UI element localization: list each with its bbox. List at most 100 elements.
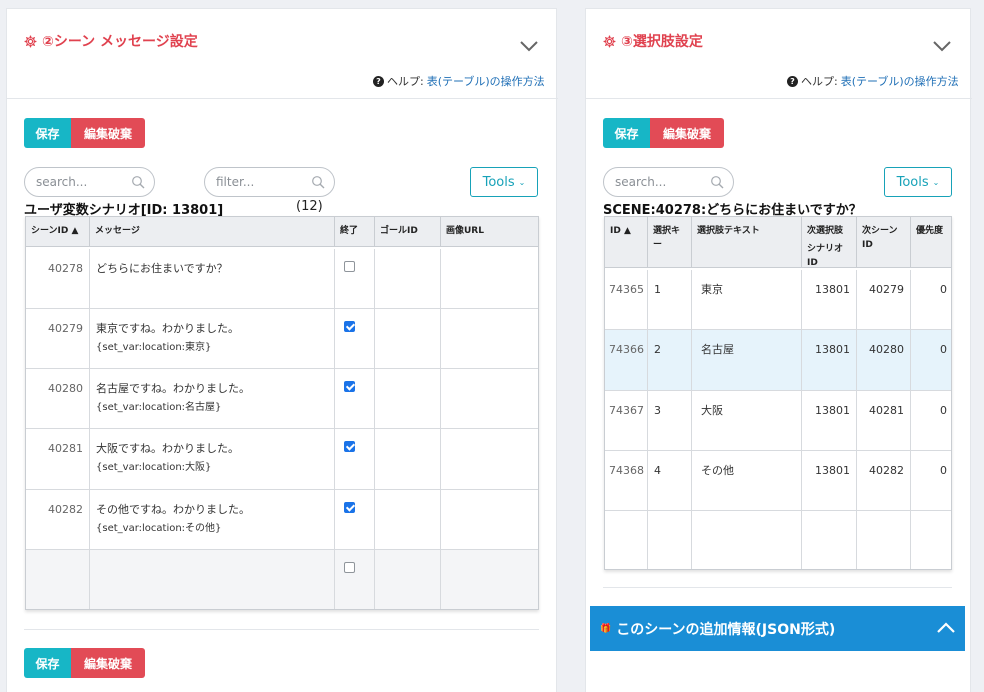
goal-id-cell[interactable]: [375, 309, 441, 369]
next-scenario-cell[interactable]: 13801: [802, 391, 857, 451]
scene-id-cell[interactable]: 40278: [26, 249, 90, 309]
next-scene-id-cell[interactable]: 40280: [857, 330, 911, 391]
column-header-choice-key[interactable]: 選択キー: [648, 217, 692, 268]
choice-text-cell[interactable]: 名古屋: [692, 330, 802, 391]
end-checkbox[interactable]: [344, 321, 355, 332]
column-header-goal-id[interactable]: ゴールID: [375, 217, 441, 247]
search-field[interactable]: [603, 167, 734, 197]
image-url-cell[interactable]: [441, 369, 538, 429]
priority-cell[interactable]: 0: [911, 330, 951, 391]
column-header-image-url[interactable]: 画像URL: [441, 217, 538, 247]
choice-text-cell[interactable]: 大阪: [692, 391, 802, 451]
priority-cell[interactable]: [911, 511, 951, 569]
column-header-next-scenario[interactable]: 次選択肢 シナリオID: [802, 217, 857, 268]
priority-cell[interactable]: 0: [911, 270, 951, 330]
goal-id-cell[interactable]: [375, 369, 441, 429]
json-info-section-header[interactable]: 🎁 このシーンの追加情報(JSON形式): [590, 606, 965, 651]
help-row: ? ヘルプ: 表(テーブル)の操作方法: [373, 73, 545, 89]
table-row[interactable]: 40281 大阪ですね。わかりました。 {set_var:location:大阪}: [26, 429, 538, 490]
tools-button[interactable]: Tools ⌄: [884, 167, 952, 197]
message-cell[interactable]: [90, 550, 335, 609]
column-header-scene-id[interactable]: シーンID ▲: [26, 217, 90, 247]
choice-key-cell[interactable]: 2: [648, 330, 692, 391]
table-row[interactable]: 74365 1 東京 13801 40279 0: [605, 270, 951, 330]
choice-text-cell[interactable]: その他: [692, 451, 802, 511]
choice-text-cell[interactable]: 東京: [692, 270, 802, 330]
id-cell[interactable]: [605, 511, 648, 569]
scene-id-cell[interactable]: 40282: [26, 490, 90, 550]
next-scene-id-cell[interactable]: 40282: [857, 451, 911, 511]
message-cell[interactable]: どちらにお住まいですか？: [90, 249, 335, 309]
message-cell[interactable]: 東京ですね。わかりました。 {set_var:location:東京}: [90, 309, 335, 369]
table-row[interactable]: 40282 その他ですね。わかりました。 {set_var:location:その…: [26, 490, 538, 550]
message-cell[interactable]: 名古屋ですね。わかりました。 {set_var:location:名古屋}: [90, 369, 335, 429]
table-row[interactable]: 74368 4 その他 13801 40282 0: [605, 451, 951, 511]
id-cell[interactable]: 74365: [605, 270, 648, 330]
message-cell[interactable]: 大阪ですね。わかりました。 {set_var:location:大阪}: [90, 429, 335, 490]
table-row[interactable]: 40278 どちらにお住まいですか？: [26, 249, 538, 309]
choice-text-cell[interactable]: [692, 511, 802, 569]
save-button[interactable]: 保存: [603, 118, 650, 148]
table-row-selected[interactable]: 74366 2 名古屋 13801 40280 0: [605, 330, 951, 391]
image-url-cell[interactable]: [441, 249, 538, 309]
end-checkbox[interactable]: [344, 502, 355, 513]
column-header-priority[interactable]: 優先度: [911, 217, 951, 268]
discard-button[interactable]: 編集破棄: [71, 118, 145, 148]
priority-cell[interactable]: 0: [911, 451, 951, 511]
next-scenario-cell[interactable]: 13801: [802, 330, 857, 391]
next-scene-id-cell[interactable]: 40279: [857, 270, 911, 330]
bottom-save-button[interactable]: 保存: [24, 648, 71, 678]
id-cell[interactable]: 74367: [605, 391, 648, 451]
chevron-up-icon[interactable]: [936, 621, 956, 635]
choice-key-cell[interactable]: 1: [648, 270, 692, 330]
next-scenario-cell[interactable]: [802, 511, 857, 569]
save-button[interactable]: 保存: [24, 118, 71, 148]
image-url-cell[interactable]: [441, 429, 538, 490]
goal-id-cell[interactable]: [375, 490, 441, 550]
image-url-cell[interactable]: [441, 550, 538, 609]
tools-button[interactable]: Tools ⌄: [470, 167, 538, 197]
id-cell[interactable]: 74366: [605, 330, 648, 391]
goal-id-cell[interactable]: [375, 249, 441, 309]
next-scene-id-cell[interactable]: 40281: [857, 391, 911, 451]
choice-key-cell[interactable]: 3: [648, 391, 692, 451]
bottom-discard-button[interactable]: 編集破棄: [71, 648, 145, 678]
image-url-cell[interactable]: [441, 490, 538, 550]
column-header-id[interactable]: ID ▲: [605, 217, 648, 268]
id-cell[interactable]: 74368: [605, 451, 648, 511]
scene-id-cell[interactable]: 40281: [26, 429, 90, 490]
column-header-choice-text[interactable]: 選択肢テキスト: [692, 217, 802, 268]
chevron-down-icon[interactable]: [519, 39, 539, 53]
end-checkbox[interactable]: [344, 261, 355, 272]
goal-id-cell[interactable]: [375, 550, 441, 609]
table-row-new[interactable]: [605, 511, 951, 569]
message-cell[interactable]: その他ですね。わかりました。 {set_var:location:その他}: [90, 490, 335, 550]
discard-button[interactable]: 編集破棄: [650, 118, 724, 148]
next-scene-id-cell[interactable]: [857, 511, 911, 569]
scene-id-cell[interactable]: [26, 550, 90, 609]
table-row-new[interactable]: [26, 550, 538, 609]
help-link[interactable]: 表(テーブル)の操作方法: [427, 73, 545, 89]
end-checkbox[interactable]: [344, 381, 355, 392]
search-field[interactable]: [24, 167, 155, 197]
table-row[interactable]: 40279 東京ですね。わかりました。 {set_var:location:東京}: [26, 309, 538, 369]
scene-id-cell[interactable]: 40280: [26, 369, 90, 429]
column-header-next-scene-id[interactable]: 次シーンID: [857, 217, 911, 268]
help-link[interactable]: 表(テーブル)の操作方法: [841, 73, 959, 89]
priority-cell[interactable]: 0: [911, 391, 951, 451]
next-scenario-cell[interactable]: 13801: [802, 270, 857, 330]
table-row[interactable]: 40280 名古屋ですね。わかりました。 {set_var:location:名古…: [26, 369, 538, 429]
next-scenario-cell[interactable]: 13801: [802, 451, 857, 511]
column-header-end[interactable]: 終了: [335, 217, 375, 247]
table-row[interactable]: 74367 3 大阪 13801 40281 0: [605, 391, 951, 451]
image-url-cell[interactable]: [441, 309, 538, 369]
column-header-message[interactable]: メッセージ: [90, 217, 335, 247]
filter-field[interactable]: [204, 167, 335, 197]
goal-id-cell[interactable]: [375, 429, 441, 490]
chevron-down-icon[interactable]: [932, 39, 952, 53]
end-checkbox[interactable]: [344, 441, 355, 452]
end-checkbox[interactable]: [344, 562, 355, 573]
scene-id-cell[interactable]: 40279: [26, 309, 90, 369]
choice-key-cell[interactable]: 4: [648, 451, 692, 511]
choice-key-cell[interactable]: [648, 511, 692, 569]
